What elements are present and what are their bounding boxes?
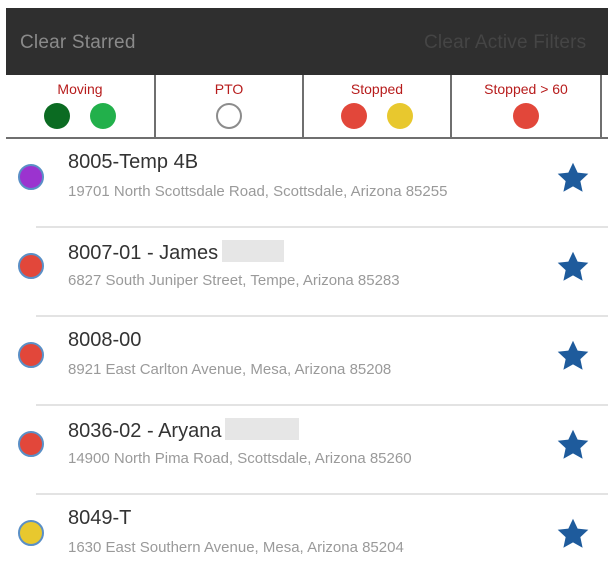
list-item[interactable]: 8049-T 1630 East Southern Avenue, Mesa, … (6, 496, 608, 584)
filter-moving-label: Moving (57, 81, 103, 97)
item-title: 8005-Temp 4B (68, 151, 199, 173)
moving-dark-green-dot (44, 103, 70, 129)
star-icon[interactable] (554, 338, 592, 374)
item-title: 8008-00 (68, 329, 142, 351)
status-dot (18, 253, 44, 279)
item-address: 1630 East Southern Avenue, Mesa, Arizona… (68, 539, 404, 556)
item-title: 8007-01 - James (68, 240, 285, 265)
item-address: 6827 South Juniper Street, Tempe, Arizon… (68, 272, 400, 289)
stopped-over-60-red-dot (513, 103, 539, 129)
status-dot (18, 431, 44, 457)
item-title: 8036-02 - Aryana (68, 418, 300, 443)
list-item[interactable]: 8036-02 - Aryana 14900 North Pima Road, … (6, 407, 608, 495)
status-dot (18, 164, 44, 190)
star-icon[interactable] (554, 249, 592, 285)
filter-stopped-label: Stopped (350, 81, 404, 97)
clear-active-filters-button[interactable]: Clear Active Filters (424, 32, 586, 54)
item-address: 8921 East Carlton Avenue, Mesa, Arizona … (68, 361, 392, 378)
pto-hollow-dot (216, 103, 242, 129)
filter-pto[interactable]: PTO (156, 75, 304, 137)
item-title-text: 8036-02 - Aryana (68, 420, 222, 442)
star-icon[interactable] (554, 516, 592, 552)
divider (36, 404, 608, 406)
status-dot (18, 342, 44, 368)
status-dot (18, 520, 44, 546)
item-address: 14900 North Pima Road, Scottsdale, Arizo… (68, 450, 412, 467)
item-title: 8049-T (68, 507, 132, 529)
list-item[interactable]: 8008-00 8921 East Carlton Avenue, Mesa, … (6, 318, 608, 406)
stopped-yellow-dot (387, 103, 413, 129)
star-icon[interactable] (554, 427, 592, 463)
divider (36, 493, 608, 495)
item-address: 19701 North Scottsdale Road, Scottsdale,… (68, 183, 448, 200)
divider (36, 226, 608, 228)
top-toolbar: Clear Starred Clear Active Filters (6, 8, 608, 75)
moving-green-dot (90, 103, 116, 129)
list-item[interactable]: 8007-01 - James 6827 South Juniper Stree… (6, 229, 608, 317)
redacted-block (225, 418, 300, 440)
filter-pto-label: PTO (214, 81, 244, 97)
divider (36, 315, 608, 317)
clear-starred-button[interactable]: Clear Starred (20, 32, 136, 54)
filter-moving[interactable]: Moving (6, 75, 156, 137)
status-filter-bar: Moving PTO Stopped Stopped > 60 (6, 75, 608, 139)
filter-stopped-over-60[interactable]: Stopped > 60 (452, 75, 602, 137)
filter-stopped[interactable]: Stopped (304, 75, 452, 137)
filter-stopped-over-60-label: Stopped > 60 (484, 81, 568, 97)
list-item[interactable]: 8005-Temp 4B 19701 North Scottsdale Road… (6, 140, 608, 228)
star-icon[interactable] (554, 160, 592, 196)
stopped-red-dot (341, 103, 367, 129)
redacted-block (222, 240, 285, 262)
item-title-text: 8007-01 - James (68, 242, 219, 264)
